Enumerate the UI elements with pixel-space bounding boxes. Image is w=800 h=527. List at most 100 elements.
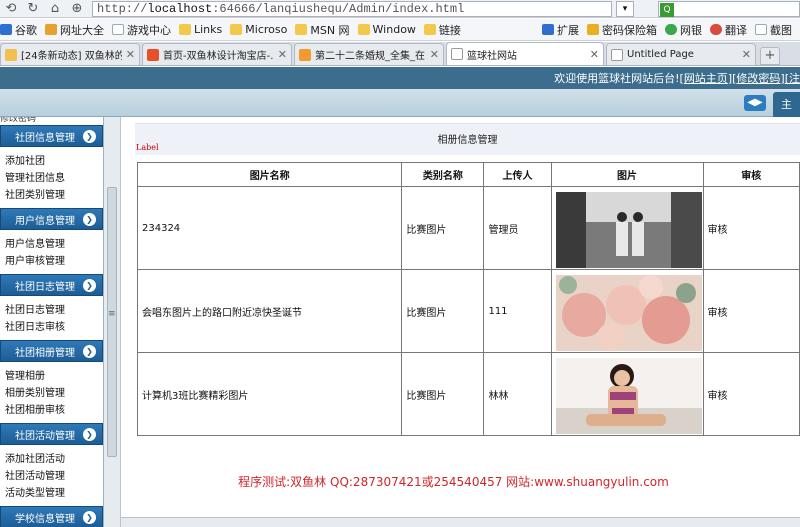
- home-link[interactable]: 网站主页: [684, 70, 728, 86]
- sidebar-item-activity-manage[interactable]: 社团活动管理: [0, 468, 103, 485]
- back-icon[interactable]: ⟲: [0, 1, 22, 17]
- soku-icon: [299, 48, 311, 61]
- sidebar-item-album-category[interactable]: 相册类别管理: [0, 385, 103, 402]
- panel-header: 相册信息管理 Label: [135, 123, 800, 155]
- google-icon: [0, 24, 12, 35]
- close-icon[interactable]: ✕: [126, 48, 135, 61]
- sidebar-item-log-manage[interactable]: 社团日志管理: [0, 302, 103, 319]
- bikini-girl-photo[interactable]: [555, 357, 702, 434]
- sidebar-header-users[interactable]: 用户信息管理 ❯: [0, 208, 103, 230]
- page-icon: [611, 48, 623, 61]
- extensions-icon: [542, 24, 554, 35]
- sidebar-top-item[interactable]: 修改密码: [0, 117, 103, 122]
- close-icon[interactable]: ✕: [742, 48, 751, 61]
- chevron-up-icon[interactable]: ❯: [83, 511, 96, 524]
- bookmark-windows[interactable]: Window: [357, 23, 416, 36]
- bookmark-microsoft[interactable]: Microso: [230, 23, 287, 36]
- twin-girls-photo[interactable]: [555, 191, 702, 268]
- sidebar-item-album-audit[interactable]: 社团相册审核: [0, 402, 103, 419]
- tab-qzone[interactable]: [24条新动态] 双鱼林的...✕: [0, 43, 140, 65]
- password-vault-button[interactable]: 密码保险箱: [587, 22, 657, 38]
- search-box[interactable]: Q: [658, 1, 800, 17]
- sidebar-item-manage-club[interactable]: 管理社团信息: [0, 170, 103, 187]
- qzone-icon: [5, 48, 17, 61]
- logout-link[interactable]: [注: [785, 70, 800, 86]
- translate-button[interactable]: 翻译: [710, 22, 747, 38]
- close-icon[interactable]: ✕: [430, 48, 439, 61]
- sidebar-header-albums[interactable]: 社团相册管理 ❯: [0, 340, 103, 362]
- sidebar-item-activity-type[interactable]: 活动类型管理: [0, 485, 103, 502]
- bookmark-msn[interactable]: MSN 网: [295, 22, 350, 38]
- tab-taobao[interactable]: 首页-双鱼林设计淘宝店-... ✕: [142, 43, 292, 65]
- tab-basketball[interactable]: 篮球社网站 ✕: [446, 42, 604, 65]
- bookmarks-bar: 谷歌 网址大全 游戏中心 Links Microso MSN 网 Window …: [0, 19, 800, 41]
- scrollbar-thumb[interactable]: [107, 187, 117, 457]
- column-header-image: 图片: [550, 162, 704, 187]
- sidebar-header-activities[interactable]: 社团活动管理 ❯: [0, 423, 103, 445]
- cell-image: [550, 186, 704, 270]
- home-icon[interactable]: ⌂: [44, 1, 66, 17]
- column-header-uploader: 上传人: [483, 162, 552, 187]
- refresh-icon[interactable]: ↻: [22, 1, 44, 17]
- footer-text: 程序测试:双鱼林 QQ:287307421或254540457 网站:www.s…: [238, 475, 669, 489]
- chevron-up-icon[interactable]: ❯: [83, 345, 96, 358]
- folder-icon: [295, 24, 308, 35]
- album-table: 图片名称 类别名称 上传人 图片 审核 234324 比赛图片 管理员 审核 会…: [136, 162, 800, 436]
- cell-uploader: 111: [483, 269, 552, 353]
- main-tab[interactable]: 主: [773, 92, 800, 117]
- bookmark-hao123[interactable]: 网址大全: [45, 22, 104, 38]
- close-icon[interactable]: ✕: [278, 48, 287, 61]
- new-tab-button[interactable]: +: [760, 47, 780, 65]
- cell-name: 会唱东图片上的路口附近凉快圣诞节: [136, 269, 403, 353]
- url-dropdown-icon[interactable]: ▾: [616, 0, 634, 17]
- sidebar-item-user-audit[interactable]: 用户审核管理: [0, 253, 103, 270]
- bookmark-games[interactable]: 游戏中心: [112, 22, 171, 38]
- close-icon[interactable]: ✕: [590, 48, 599, 61]
- sidebar-header-club-info[interactable]: 社团信息管理 ❯: [0, 125, 103, 147]
- shield-icon: [665, 24, 677, 35]
- sidebar-group-users: 用户信息管理 ❯ 用户信息管理 用户审核管理: [0, 208, 103, 270]
- footer-credit: 程序测试:双鱼林 QQ:287307421或254540457 网站:www.s…: [121, 473, 800, 490]
- sidebar-item-club-category[interactable]: 社团类别管理: [0, 187, 103, 204]
- table-row: 234324 比赛图片 管理员 审核: [136, 186, 800, 270]
- translate-icon: [710, 24, 722, 35]
- sidebar: 修改密码 社团信息管理 ❯ 添加社团 管理社团信息 社团类别管理 用户信息管理 ❯ …: [0, 117, 104, 527]
- bookmark-links-cn[interactable]: 链接: [423, 22, 461, 38]
- sidebar-item-user-info[interactable]: 用户信息管理: [0, 236, 103, 253]
- chevron-up-icon[interactable]: ❯: [83, 130, 96, 143]
- bookmark-google[interactable]: 谷歌: [0, 22, 37, 38]
- sidebar-item-add-club[interactable]: 添加社团: [0, 153, 103, 170]
- nav-arrows-icon[interactable]: ◀▶: [744, 95, 766, 111]
- cell-uploader: 管理员: [483, 186, 552, 270]
- sidebar-item-add-activity[interactable]: 添加社团活动: [0, 451, 103, 468]
- folder-icon: [357, 24, 370, 35]
- chevron-up-icon[interactable]: ❯: [83, 279, 96, 292]
- admin-nav-bar: ◀▶ 主: [0, 89, 800, 117]
- cell-audit[interactable]: 审核: [702, 186, 800, 270]
- cell-audit[interactable]: 审核: [702, 269, 800, 353]
- chevron-up-icon[interactable]: ❯: [83, 213, 96, 226]
- site-info-icon[interactable]: ⊕: [66, 1, 88, 17]
- sidebar-header-logs[interactable]: 社团日志管理 ❯: [0, 274, 103, 296]
- chevron-up-icon[interactable]: ❯: [83, 428, 96, 441]
- extensions-button[interactable]: 扩展: [542, 22, 579, 38]
- cell-category: 比赛图片: [401, 352, 485, 436]
- bank-button[interactable]: 网银: [665, 22, 702, 38]
- splitter-grip-icon[interactable]: ≡: [108, 309, 116, 319]
- url-field[interactable]: http://localhost:64666/lanqiushequ/Admin…: [92, 0, 612, 17]
- sidebar-item-manage-album[interactable]: 管理相册: [0, 368, 103, 385]
- tab-video[interactable]: 第二十二条婚规_全集_在... ✕: [294, 43, 444, 65]
- table-header-row: 图片名称 类别名称 上传人 图片 审核: [136, 162, 800, 187]
- tab-strip: [24条新动态] 双鱼林的...✕ 首页-双鱼林设计淘宝店-...✕ 第二十二条…: [0, 42, 800, 66]
- sidebar-header-school[interactable]: 学校信息管理 ❯: [0, 506, 103, 527]
- sidebar-item-log-audit[interactable]: 社团日志审核: [0, 319, 103, 336]
- pink-flowers-photo[interactable]: [555, 274, 702, 351]
- sidebar-scrollbar[interactable]: ≡: [104, 117, 121, 527]
- bookmark-links[interactable]: Links: [179, 23, 222, 36]
- welcome-text: 欢迎使用篮球社网站后台!: [554, 72, 680, 85]
- sidebar-group-activities: 社团活动管理 ❯ 添加社团活动 社团活动管理 活动类型管理: [0, 423, 103, 502]
- cell-audit[interactable]: 审核: [702, 352, 800, 436]
- tab-untitled[interactable]: Untitled Page ✕: [606, 43, 756, 65]
- screenshot-button[interactable]: 截图: [755, 22, 792, 38]
- change-password-link[interactable]: 修改密码: [736, 70, 780, 86]
